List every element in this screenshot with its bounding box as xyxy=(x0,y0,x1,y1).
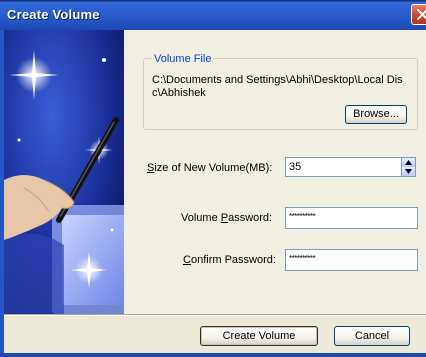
password-input[interactable]: ********** xyxy=(285,207,418,229)
window-frame-bottom xyxy=(0,353,426,357)
size-spinner[interactable] xyxy=(401,157,416,177)
window-title: Create Volume xyxy=(7,7,100,22)
volume-file-legend: Volume File xyxy=(152,53,214,65)
title-bar: Create Volume xyxy=(0,0,426,30)
size-label: Size of New Volume(MB): xyxy=(147,162,273,174)
password-label: Volume Password: xyxy=(181,212,273,224)
up-arrow-icon xyxy=(405,160,412,165)
size-input[interactable]: 35 xyxy=(285,157,402,177)
confirm-password-input[interactable]: ********** xyxy=(285,249,418,271)
volume-file-path: C:\Documents and Settings\Abhi\Desktop\L… xyxy=(152,74,403,99)
close-button[interactable] xyxy=(411,4,426,25)
down-arrow-icon xyxy=(405,169,412,174)
wizard-illustration xyxy=(4,30,124,314)
cancel-button[interactable]: Cancel xyxy=(334,326,410,346)
confirm-password-label: Confirm Password: xyxy=(183,254,276,266)
create-volume-button[interactable]: Create Volume xyxy=(200,326,318,346)
spin-down-button[interactable] xyxy=(402,167,415,176)
close-icon xyxy=(417,9,426,20)
browse-button[interactable]: Browse... xyxy=(345,105,407,124)
